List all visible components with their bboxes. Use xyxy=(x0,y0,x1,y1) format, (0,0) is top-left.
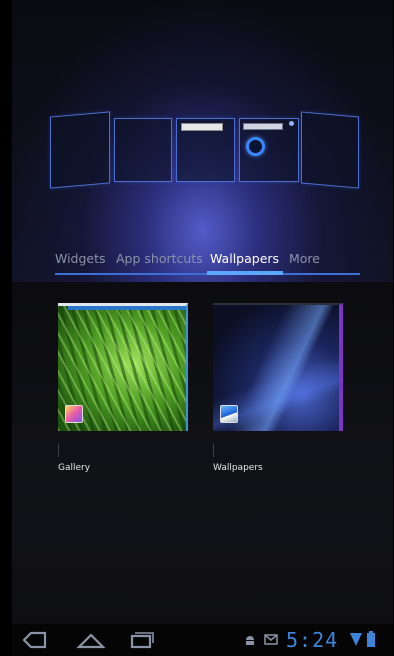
mini-search-widget xyxy=(181,123,223,131)
home-screen-preview-2[interactable] xyxy=(114,118,172,182)
gallery-icon xyxy=(65,405,83,423)
home-screen-preview-5[interactable] xyxy=(301,111,359,189)
selected-tab-indicator xyxy=(207,271,283,275)
battery-icon xyxy=(367,631,375,647)
tab-more[interactable]: More xyxy=(289,248,320,270)
wallpaper-icon xyxy=(220,405,238,423)
tile-divider xyxy=(58,443,59,457)
mini-search-bar xyxy=(243,123,283,130)
home-preview-area: Widgets App shortcuts Wallpapers More xyxy=(12,0,393,282)
home-icon[interactable] xyxy=(76,630,106,650)
wallpapers-tile[interactable]: Wallpapers xyxy=(213,303,345,478)
wallpapers-label: Wallpapers xyxy=(213,463,263,473)
home-screen-preview-1[interactable] xyxy=(50,111,110,189)
home-screen-preview-3[interactable] xyxy=(176,118,235,182)
system-bar: 5:24 xyxy=(12,624,393,656)
tab-widgets[interactable]: Widgets xyxy=(55,248,106,270)
gallery-tile[interactable]: Gallery xyxy=(58,303,190,478)
mini-clock-widget xyxy=(246,137,265,156)
gallery-label: Gallery xyxy=(58,463,91,473)
email-icon xyxy=(264,634,278,645)
home-screen-preview-4[interactable] xyxy=(239,118,299,182)
back-icon[interactable] xyxy=(20,630,48,650)
tab-app-shortcuts[interactable]: App shortcuts xyxy=(116,248,203,270)
tile-divider xyxy=(213,443,214,457)
status-clock: 5:24 xyxy=(286,628,339,652)
android-debug-icon xyxy=(246,636,254,645)
mini-apps-icon xyxy=(289,121,294,126)
device-screen: Widgets App shortcuts Wallpapers More Ga… xyxy=(12,0,393,656)
home-screen-previews xyxy=(12,0,393,200)
wifi-icon xyxy=(350,633,362,646)
tab-wallpapers[interactable]: Wallpapers xyxy=(210,248,279,270)
recent-apps-icon[interactable] xyxy=(125,630,155,650)
gallery-stack-edge xyxy=(68,306,186,310)
